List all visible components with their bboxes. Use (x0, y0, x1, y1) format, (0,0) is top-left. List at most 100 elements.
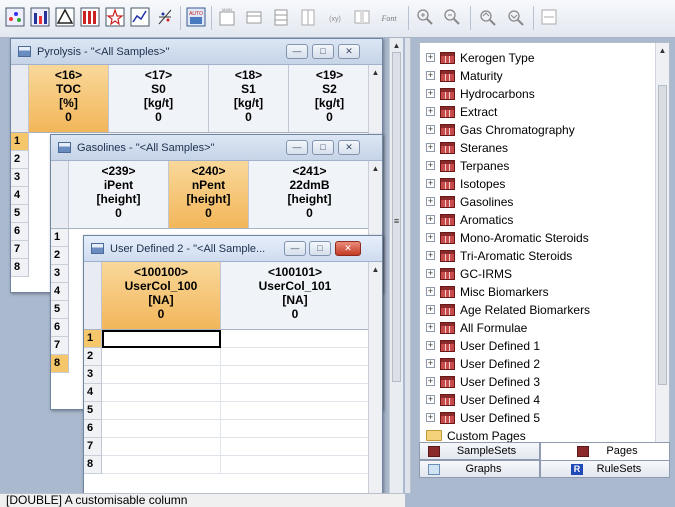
grid-cell[interactable] (221, 366, 368, 384)
scroll-up-icon[interactable]: ▲ (391, 40, 402, 51)
cross-plot-icon[interactable] (154, 6, 176, 28)
row-number[interactable]: 8 (84, 456, 101, 474)
column-header[interactable]: <240> nPent [height] 0 (169, 161, 249, 229)
tab-samplesets[interactable]: SampleSets (419, 442, 540, 460)
xy-icon[interactable]: (xy) (324, 6, 346, 28)
grid-cell[interactable] (102, 438, 221, 456)
row-number[interactable]: 2 (11, 151, 28, 169)
expand-icon[interactable]: + (426, 53, 435, 62)
grid-cell[interactable] (221, 348, 368, 366)
expand-icon[interactable]: + (426, 341, 435, 350)
triangle-plot-icon[interactable] (54, 6, 76, 28)
tab-pages[interactable]: Pages (540, 442, 670, 460)
expand-icon[interactable]: + (426, 395, 435, 404)
close-button[interactable]: ✕ (338, 44, 360, 59)
minimize-button[interactable]: — (284, 241, 306, 256)
column-icon[interactable] (351, 6, 373, 28)
row-number[interactable]: 7 (84, 438, 101, 456)
expand-icon[interactable]: + (426, 107, 435, 116)
font-icon[interactable]: Font (378, 6, 400, 28)
expand-icon[interactable]: + (426, 359, 435, 368)
row-number[interactable]: 8 (11, 259, 28, 277)
grid-cell[interactable] (221, 402, 368, 420)
main-icon[interactable]: MAIN (216, 6, 238, 28)
maximize-button[interactable]: □ (312, 140, 334, 155)
histogram-icon[interactable] (79, 6, 101, 28)
close-button[interactable]: ✕ (335, 241, 361, 256)
column-header[interactable]: <16> TOC [%] 0 (29, 65, 109, 133)
grid-cell[interactable] (221, 438, 368, 456)
row-number[interactable]: 6 (51, 319, 68, 337)
row-number[interactable]: 3 (51, 265, 68, 283)
expand-icon[interactable]: + (426, 197, 435, 206)
column-header[interactable]: <18> S1 [kg/t] 0 (209, 65, 289, 133)
maximize-button[interactable]: □ (312, 44, 334, 59)
grid-cell[interactable] (102, 348, 221, 366)
table-icon[interactable] (270, 6, 292, 28)
grid-icon[interactable] (297, 6, 319, 28)
grid-cell[interactable] (102, 456, 221, 474)
expand-icon[interactable]: + (426, 125, 435, 134)
row-number[interactable]: 6 (84, 420, 101, 438)
expand-icon[interactable]: + (426, 179, 435, 188)
scroll-up-icon[interactable]: ▲ (370, 264, 381, 275)
scroll-up-icon[interactable]: ▲ (370, 163, 381, 174)
grid-cell[interactable] (221, 384, 368, 402)
star-plot-icon[interactable] (104, 6, 126, 28)
grid-cell[interactable] (221, 456, 368, 474)
row-number[interactable]: 5 (84, 402, 101, 420)
row-number[interactable]: 3 (84, 366, 101, 384)
row-number[interactable]: 5 (11, 205, 28, 223)
scroll-up-icon[interactable]: ▲ (657, 45, 668, 56)
row-number[interactable]: 2 (51, 247, 68, 265)
expand-icon[interactable]: + (426, 215, 435, 224)
expand-icon[interactable]: + (426, 71, 435, 80)
expand-icon[interactable]: + (426, 89, 435, 98)
grid-corner[interactable] (11, 65, 29, 133)
chart-scatter-icon[interactable] (4, 6, 26, 28)
panel-splitter[interactable] (405, 38, 411, 493)
grid-cell[interactable] (102, 366, 221, 384)
grid-corner[interactable] (84, 262, 102, 330)
grid-cell[interactable] (102, 384, 221, 402)
expand-icon[interactable]: + (426, 323, 435, 332)
expand-icon[interactable]: + (426, 305, 435, 314)
zoom-in-icon[interactable] (414, 6, 436, 28)
minimize-button[interactable]: — (286, 140, 308, 155)
page-icon[interactable] (243, 6, 265, 28)
tab-rulesets[interactable]: R RuleSets (540, 460, 670, 478)
tab-graphs[interactable]: Graphs (419, 460, 540, 478)
workspace-scrollbar[interactable]: ▲ ≡ (389, 38, 403, 493)
grid-cell[interactable] (102, 420, 221, 438)
auto-icon[interactable]: AUTO (185, 6, 207, 28)
column-header[interactable]: <19> S2 [kg/t] 0 (289, 65, 368, 133)
line-chart-icon[interactable] (129, 6, 151, 28)
expand-icon[interactable]: + (426, 287, 435, 296)
expand-icon[interactable]: + (426, 143, 435, 152)
grid-cell[interactable] (102, 402, 221, 420)
grid-cell[interactable] (221, 420, 368, 438)
sort-desc-icon[interactable] (505, 6, 527, 28)
scroll-thumb[interactable] (658, 85, 667, 385)
column-header[interactable]: <241> 22dmB [height] 0 (249, 161, 368, 229)
data-grid[interactable]: <100100> UserCol_100 [NA] 0 <100101> UserCol… (84, 262, 368, 493)
active-cell[interactable] (102, 330, 221, 348)
user-defined-window[interactable]: User Defined 2 - "<All Sample... — □ ✕ <… (83, 235, 383, 493)
row-number[interactable]: 7 (11, 241, 28, 259)
close-button[interactable]: ✕ (338, 140, 360, 155)
expand-icon[interactable]: + (426, 161, 435, 170)
expand-icon[interactable]: + (426, 377, 435, 386)
grid-cell[interactable] (221, 330, 368, 348)
pages-tree[interactable]: + Kerogen Type + Maturity + Hydrocarbons + E… (419, 42, 670, 475)
minimize-button[interactable]: — (286, 44, 308, 59)
row-number[interactable]: 3 (11, 169, 28, 187)
column-header[interactable]: <239> iPent [height] 0 (69, 161, 169, 229)
maximize-button[interactable]: □ (309, 241, 331, 256)
expand-icon[interactable]: + (426, 251, 435, 260)
row-number[interactable]: 8 (51, 355, 68, 373)
tree-scrollbar[interactable]: ▲ ▼ (655, 43, 669, 474)
column-header[interactable]: <100101> UserCol_101 [NA] 0 (221, 262, 368, 330)
row-number[interactable]: 1 (84, 330, 101, 348)
row-number[interactable]: 5 (51, 301, 68, 319)
expand-icon[interactable]: + (426, 269, 435, 278)
